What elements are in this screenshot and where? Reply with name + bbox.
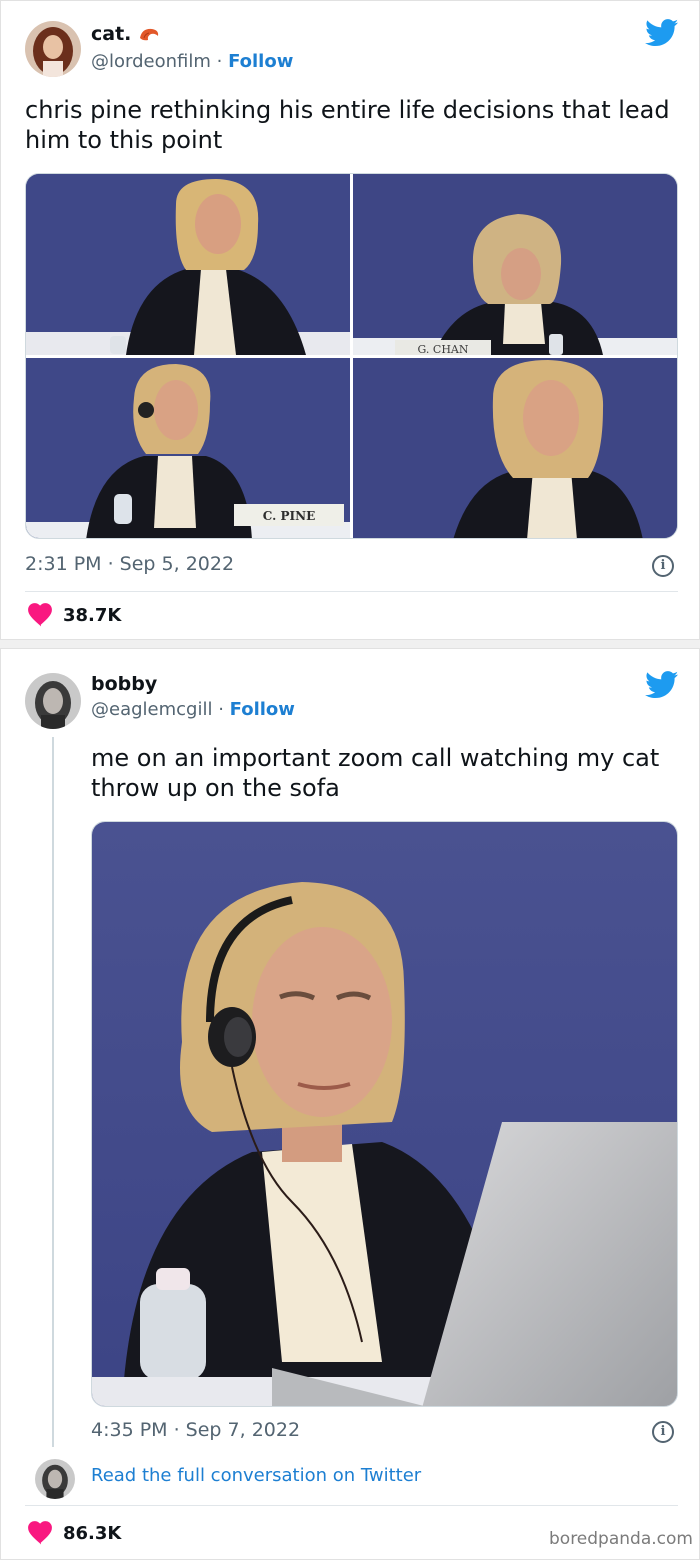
shrimp-emoji-icon <box>140 28 159 41</box>
follow-button[interactable]: Follow <box>228 51 293 72</box>
separator: · <box>212 699 230 720</box>
photo-bottom-left[interactable]: C. PINE <box>26 358 350 538</box>
like-row[interactable]: 86.3K <box>27 1521 121 1545</box>
display-name-text[interactable]: cat. <box>91 23 131 45</box>
twitter-bird-icon[interactable] <box>645 671 679 699</box>
handle[interactable]: @eaglemcgill <box>91 699 212 720</box>
avatar-bobby[interactable] <box>25 673 81 729</box>
timestamp[interactable]: 2:31 PM · Sep 5, 2022 <box>25 553 234 575</box>
display-name[interactable]: bobby <box>91 673 157 695</box>
follow-button[interactable]: Follow <box>230 699 295 720</box>
divider <box>25 591 678 592</box>
like-count: 38.7K <box>63 604 122 626</box>
separator: · <box>210 51 229 72</box>
tweet-card-1: cat. @lordeonfilm · Follow chris pine re… <box>0 0 700 640</box>
avatar-cat[interactable] <box>25 21 81 77</box>
thread-line <box>52 737 54 1447</box>
photo-grid[interactable]: G. CHAN C. PINE <box>25 173 678 539</box>
twitter-bird-icon[interactable] <box>645 19 679 47</box>
heart-icon[interactable] <box>27 1521 53 1545</box>
placard-g-chan: G. CHAN <box>418 343 469 355</box>
like-count: 86.3K <box>63 1522 122 1544</box>
read-full-conversation-link[interactable]: Read the full conversation on Twitter <box>91 1465 421 1486</box>
photo-top-left[interactable] <box>26 174 350 355</box>
photo-zoom-call[interactable] <box>92 822 678 1407</box>
tweet-card-2: bobby @eaglemcgill · Follow me on an imp… <box>0 648 700 1560</box>
placard-c-pine: C. PINE <box>263 509 315 523</box>
handle-row: @eaglemcgill · Follow <box>91 699 295 720</box>
tweet-photo[interactable] <box>91 821 678 1407</box>
handle[interactable]: @lordeonfilm <box>91 51 211 72</box>
tweet-text: me on an important zoom call watching my… <box>91 744 660 802</box>
photo-bottom-right[interactable] <box>353 358 677 538</box>
info-icon[interactable]: i <box>652 555 674 577</box>
info-icon[interactable]: i <box>652 1421 674 1443</box>
divider <box>25 1505 678 1506</box>
avatar-bobby-small[interactable] <box>35 1459 75 1499</box>
timestamp[interactable]: 4:35 PM · Sep 7, 2022 <box>91 1419 300 1441</box>
handle-row: @lordeonfilm · Follow <box>91 51 293 72</box>
photo-top-right[interactable]: G. CHAN <box>353 174 677 355</box>
watermark: boredpanda.com <box>549 1529 693 1549</box>
like-row[interactable]: 38.7K <box>27 603 121 627</box>
heart-icon[interactable] <box>27 603 53 627</box>
display-name[interactable]: cat. <box>91 23 160 45</box>
tweet-text: chris pine rethinking his entire life de… <box>25 96 670 154</box>
